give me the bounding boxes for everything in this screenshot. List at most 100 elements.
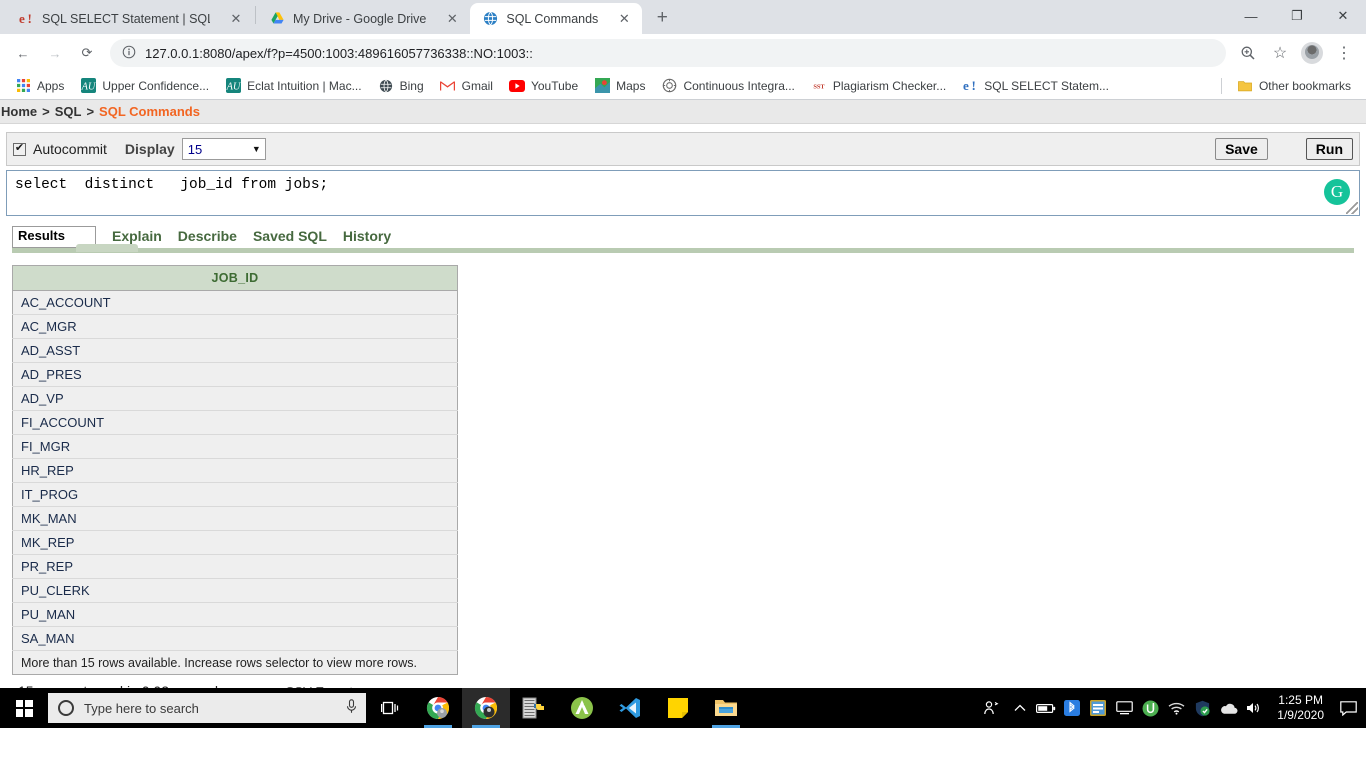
network-app-icon[interactable]: [1085, 688, 1111, 728]
au-icon: AU: [225, 78, 241, 94]
bookmark-sql-select-statement[interactable]: e! SQL SELECT Statem...: [955, 75, 1116, 97]
taskbar-search-input[interactable]: Type here to search: [48, 693, 366, 723]
table-row: HR_REP: [12, 458, 458, 483]
youtube-icon: [508, 78, 525, 94]
bookmark-youtube[interactable]: YouTube: [502, 75, 585, 97]
clock-time: 1:25 PM: [1278, 693, 1323, 707]
file-explorer-icon[interactable]: [702, 688, 750, 728]
browser-tab-2[interactable]: SQL Commands ✕: [470, 3, 643, 34]
display-rows-select[interactable]: 15 ▼: [181, 138, 266, 160]
onedrive-icon[interactable]: [1215, 688, 1241, 728]
vscode-icon[interactable]: [606, 688, 654, 728]
battery-icon[interactable]: [1033, 688, 1059, 728]
bookmark-label: Bing: [399, 78, 424, 93]
column-header-job-id[interactable]: JOB_ID: [12, 265, 458, 291]
bookmarks-divider: [1220, 77, 1222, 94]
microphone-icon[interactable]: [345, 699, 358, 717]
bookmark-gmail[interactable]: Gmail: [433, 75, 500, 97]
other-bookmarks-label: Other bookmarks: [1258, 78, 1351, 93]
tab-close-icon[interactable]: ✕: [228, 11, 244, 27]
start-button[interactable]: [0, 688, 48, 728]
save-button[interactable]: Save: [1215, 138, 1268, 160]
sql-editor-text[interactable]: select distinct job_id from jobs;: [7, 171, 1359, 215]
table-row: AD_ASST: [12, 338, 458, 363]
bookmark-apps[interactable]: Apps: [8, 75, 71, 97]
tab-history[interactable]: History: [343, 228, 391, 248]
wifi-icon[interactable]: [1163, 688, 1189, 728]
browser-tab-0[interactable]: e! SQL SELECT Statement | SQL SELE ✕: [6, 3, 254, 34]
more-rows-row: More than 15 rows available. Increase ro…: [12, 650, 458, 675]
action-center-icon[interactable]: [1334, 688, 1362, 728]
globe-icon: [482, 11, 498, 27]
maximize-button[interactable]: ❐: [1274, 0, 1320, 32]
bookmark-bing[interactable]: Bing: [371, 75, 431, 97]
results-table: JOB_ID AC_ACCOUNT AC_MGR AD_ASST AD_PRES…: [12, 265, 458, 675]
table-row: PR_REP: [12, 554, 458, 579]
breadcrumb-separator: >: [42, 104, 50, 119]
table-row: AC_MGR: [12, 314, 458, 339]
address-bar[interactable]: 127.0.0.1:8080/apex/f?p=4500:1003:489616…: [110, 39, 1226, 67]
show-hidden-icons-icon[interactable]: [1007, 688, 1033, 728]
cell-job-id: FI_ACCOUNT: [12, 410, 458, 435]
reload-button[interactable]: ⟳: [72, 38, 102, 68]
display-icon[interactable]: [1111, 688, 1137, 728]
chrome-icon[interactable]: [414, 688, 462, 728]
bookmark-maps[interactable]: Maps: [587, 75, 652, 97]
resize-grip-icon[interactable]: [1346, 202, 1358, 214]
cell-job-id: AD_PRES: [12, 362, 458, 387]
new-tab-button[interactable]: +: [648, 4, 676, 32]
bookmark-eclat-intuition[interactable]: AU Eclat Intuition | Mac...: [218, 75, 369, 97]
browser-tab-1[interactable]: My Drive - Google Drive ✕: [257, 3, 471, 34]
avatar[interactable]: [1298, 39, 1326, 67]
tab-describe[interactable]: Describe: [178, 228, 237, 248]
chrome-active-icon[interactable]: [462, 688, 510, 728]
gmail-icon: [440, 78, 456, 94]
system-tray: 1:25 PM 1/9/2020: [975, 688, 1366, 728]
autocommit-checkbox[interactable]: [13, 142, 26, 156]
sticky-notes-icon[interactable]: [654, 688, 702, 728]
bookmark-label: Gmail: [461, 78, 493, 93]
close-window-button[interactable]: ✕: [1320, 0, 1366, 32]
task-view-icon[interactable]: [366, 688, 414, 728]
bookmark-plagiarism-checker[interactable]: SST Plagiarism Checker...: [804, 75, 953, 97]
bookmark-upper-confidence[interactable]: AU Upper Confidence...: [73, 75, 216, 97]
breadcrumb-home[interactable]: Home: [1, 104, 37, 119]
utorrent-icon[interactable]: [1137, 688, 1163, 728]
back-button[interactable]: ←: [8, 38, 38, 68]
svg-text:SST: SST: [813, 83, 825, 90]
bluetooth-icon[interactable]: [1059, 688, 1085, 728]
security-shield-icon[interactable]: [1189, 688, 1215, 728]
people-icon[interactable]: [975, 688, 1007, 728]
cell-job-id: PU_CLERK: [12, 578, 458, 603]
volume-icon[interactable]: [1241, 688, 1267, 728]
tab-close-icon[interactable]: ✕: [616, 11, 632, 27]
chrome-menu-icon[interactable]: ⋮: [1330, 39, 1358, 67]
maps-icon: [594, 78, 610, 94]
python-idle-icon[interactable]: [510, 688, 558, 728]
info-circle-icon[interactable]: [122, 45, 136, 62]
results-table-body: AC_ACCOUNT AC_MGR AD_ASST AD_PRES AD_VP …: [12, 290, 458, 675]
run-button[interactable]: Run: [1305, 138, 1353, 160]
breadcrumb-sql[interactable]: SQL: [55, 104, 82, 119]
minimize-button[interactable]: —: [1228, 0, 1274, 32]
taskbar-clock[interactable]: 1:25 PM 1/9/2020: [1267, 693, 1334, 723]
tab-close-icon[interactable]: ✕: [444, 11, 460, 27]
browser-window: e! SQL SELECT Statement | SQL SELE ✕ My …: [0, 0, 1366, 728]
more-rows-message: More than 15 rows available. Increase ro…: [12, 650, 458, 675]
sst-icon: SST: [811, 78, 827, 94]
tab-saved-sql[interactable]: Saved SQL: [253, 228, 327, 248]
bookmark-label: Eclat Intuition | Mac...: [247, 78, 362, 93]
bookmark-continuous-integration[interactable]: Continuous Integra...: [654, 75, 801, 97]
zoom-icon[interactable]: [1234, 39, 1262, 67]
browser-tab-title: My Drive - Google Drive: [293, 11, 427, 26]
android-studio-icon[interactable]: [558, 688, 606, 728]
bookmark-label: Continuous Integra...: [683, 78, 795, 93]
cortana-circle-icon: [58, 700, 74, 716]
forward-button[interactable]: →: [40, 38, 70, 68]
cell-job-id: AD_VP: [12, 386, 458, 411]
tab-divider: [255, 5, 256, 24]
other-bookmarks-button[interactable]: Other bookmarks: [1230, 75, 1358, 97]
bookmark-star-icon[interactable]: ☆: [1266, 39, 1294, 67]
svg-text:e: e: [19, 11, 25, 26]
sql-editor[interactable]: select distinct job_id from jobs; G: [6, 170, 1360, 216]
